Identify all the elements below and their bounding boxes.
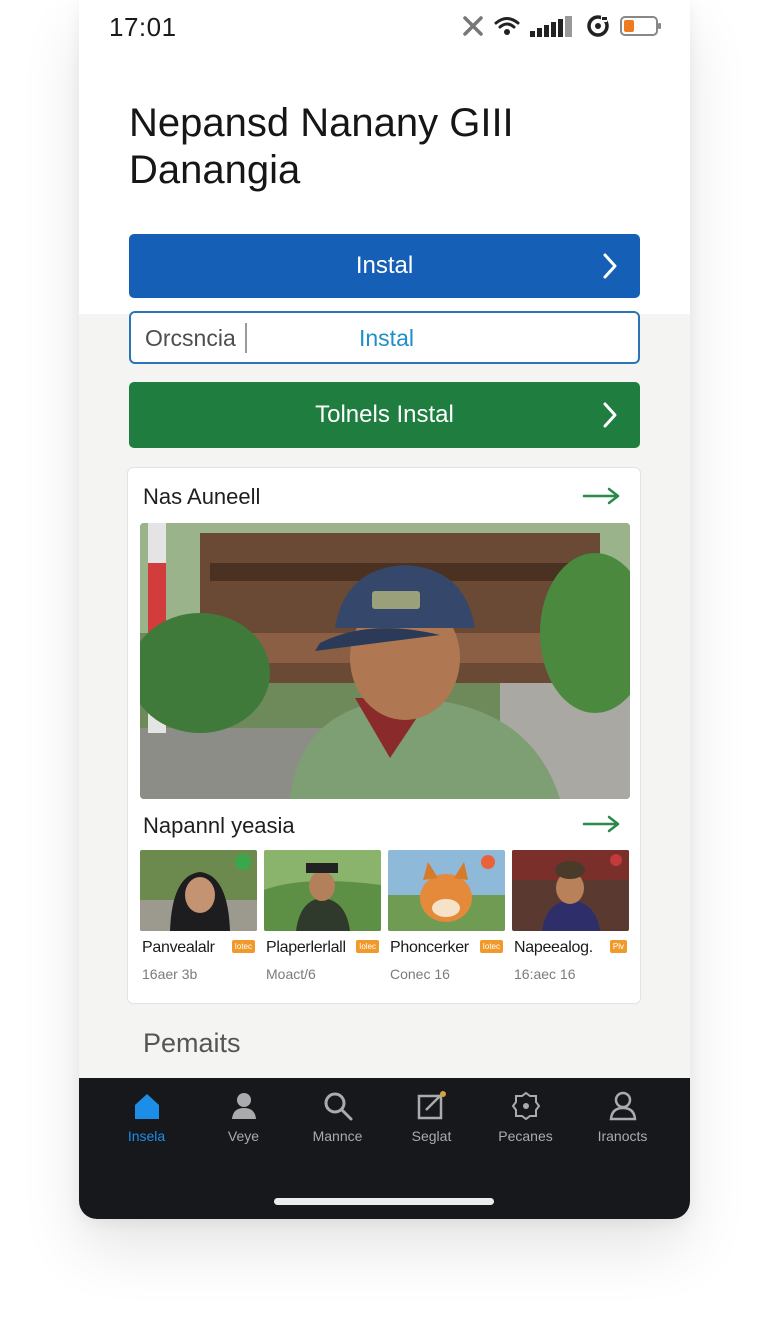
signal-icon bbox=[530, 16, 572, 37]
section-title: Pemaits bbox=[143, 1028, 241, 1058]
search-install-link[interactable]: Instal bbox=[359, 325, 414, 352]
item-meta: 16aer 3b bbox=[142, 966, 198, 982]
item-badge: Iotec bbox=[231, 940, 255, 953]
item-badge: Plv bbox=[609, 940, 627, 953]
card-title: Nas Auneell bbox=[143, 484, 261, 509]
item-meta: Moact/6 bbox=[266, 966, 316, 982]
badge-icon bbox=[511, 1091, 540, 1121]
wifi-icon bbox=[494, 17, 520, 35]
home-indicator[interactable] bbox=[274, 1198, 494, 1205]
item-name: Plaperlerlall bbox=[266, 939, 346, 956]
search-input[interactable]: Orcsncia Instal bbox=[129, 311, 640, 364]
item-name: Phoncerker bbox=[390, 939, 469, 956]
tab-search[interactable]: Mannce bbox=[290, 1090, 385, 1160]
close-icon bbox=[463, 16, 483, 36]
install-button-label: Instal bbox=[355, 252, 414, 279]
status-time: 17:01 bbox=[109, 12, 177, 42]
chevron-right-icon bbox=[603, 253, 617, 279]
tab-label: Mannce bbox=[312, 1128, 363, 1144]
page-title-line2: Danangia bbox=[129, 148, 301, 192]
page-title: Nepansd Nanany GIII Danangia bbox=[129, 100, 649, 194]
arrow-right-icon[interactable] bbox=[582, 486, 622, 506]
thumbnail-image bbox=[512, 850, 629, 931]
phone-frame: 17:01 Nepansd Nanany GIII Danangia Insta… bbox=[79, 0, 690, 1219]
item-name: Panvealalr bbox=[142, 939, 215, 956]
content-card: Nas Auneell Napannl yeasia Panvealalr Io… bbox=[127, 467, 641, 1004]
tab-label: Veye bbox=[227, 1128, 260, 1144]
item-name: Napeealog. bbox=[514, 939, 593, 956]
tools-install-button[interactable]: Tolnels Instal bbox=[129, 382, 640, 448]
search-icon bbox=[324, 1092, 352, 1121]
hero-photo[interactable] bbox=[140, 523, 630, 799]
list-item[interactable]: Napeealog. Plv 16:aec 16 bbox=[512, 850, 629, 990]
tab-home[interactable]: Insela bbox=[99, 1090, 194, 1160]
hero-image bbox=[140, 523, 630, 799]
page-title-line1: Nepansd Nanany GIII bbox=[129, 101, 514, 145]
install-button[interactable]: Instal bbox=[129, 234, 640, 298]
thumbnail-image bbox=[264, 850, 381, 931]
tab-profile[interactable]: Iranocts bbox=[575, 1090, 670, 1160]
thumbnail-image bbox=[140, 850, 257, 931]
tab-label: Seglat bbox=[411, 1128, 452, 1144]
bottom-tab-bar: Insela Veye Mannce Seglat Pecanes Iranoc… bbox=[79, 1078, 690, 1219]
arrow-right-icon[interactable] bbox=[582, 814, 622, 834]
home-icon bbox=[134, 1094, 159, 1119]
list-item[interactable]: Phoncerker Iotec Conec 16 bbox=[388, 850, 505, 990]
card-subtitle: Napannl yeasia bbox=[143, 813, 295, 838]
focus-icon bbox=[587, 15, 609, 37]
item-meta: 16:aec 16 bbox=[514, 966, 576, 982]
text-caret bbox=[245, 323, 247, 353]
list-item[interactable]: Plaperlerlall Iolec Moact/6 bbox=[264, 850, 381, 990]
chevron-right-icon bbox=[603, 402, 617, 428]
search-value: Orcsncia bbox=[145, 325, 236, 351]
tab-person[interactable]: Veye bbox=[196, 1090, 291, 1160]
tab-badge[interactable]: Pecanes bbox=[478, 1090, 573, 1160]
status-bar: 17:01 bbox=[79, 0, 690, 52]
thumbnail-list: Panvealalr Iotec 16aer 3b Plaperlerlall … bbox=[140, 850, 632, 990]
profile-icon bbox=[609, 1091, 636, 1121]
status-icons bbox=[462, 12, 662, 40]
tools-install-button-label: Tolnels Instal bbox=[315, 401, 454, 428]
person-icon bbox=[231, 1093, 256, 1119]
thumbnail-image bbox=[388, 850, 505, 931]
battery-icon bbox=[620, 16, 661, 36]
edit-icon bbox=[417, 1091, 446, 1120]
tab-edit[interactable]: Seglat bbox=[384, 1090, 479, 1160]
tab-label: Pecanes bbox=[498, 1128, 553, 1144]
list-item[interactable]: Panvealalr Iotec 16aer 3b bbox=[140, 850, 257, 990]
item-badge: Iotec bbox=[479, 940, 503, 953]
tab-label: Iranocts bbox=[597, 1128, 648, 1144]
tab-label: Insela bbox=[127, 1128, 166, 1144]
item-meta: Conec 16 bbox=[390, 966, 450, 982]
item-badge: Iolec bbox=[356, 940, 379, 953]
